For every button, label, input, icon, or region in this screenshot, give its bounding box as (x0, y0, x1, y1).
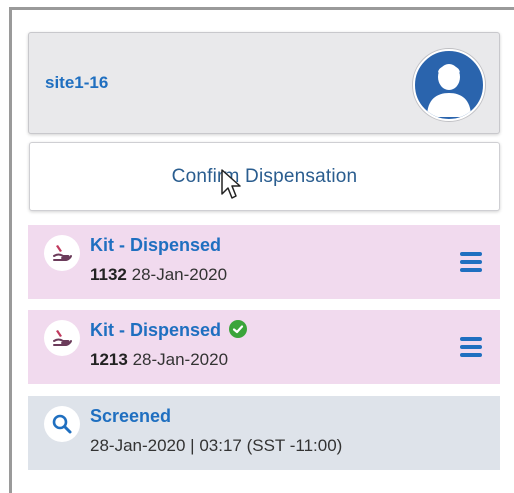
timeline-entry: Kit - Dispensed 1213 28-Jan-2020 (28, 310, 500, 384)
entry-date: 28-Jan-2020 (131, 265, 228, 284)
entry-detail: 1213 28-Jan-2020 (90, 350, 228, 370)
confirm-dispensation-label: Confirm Dispensation (171, 165, 358, 187)
entry-title: Screened (90, 406, 172, 426)
user-avatar-icon[interactable] (413, 49, 485, 121)
hamburger-menu-icon[interactable] (460, 337, 482, 357)
kit-number: 1132 (90, 265, 127, 284)
mouse-pointer-icon (221, 169, 241, 199)
entry-detail: 28-Jan-2020 | 03:17 (SST -11:00) (90, 436, 343, 455)
timeline-entry: Screened 28-Jan-2020 | 03:17 (SST -11:00… (28, 396, 500, 470)
panel-frame-top (9, 7, 514, 10)
panel-frame-left (9, 7, 12, 493)
entry-title: Kit - Dispensed (90, 320, 248, 341)
hand-kit-icon (44, 320, 80, 356)
hamburger-menu-icon[interactable] (460, 252, 482, 272)
check-circle-icon (229, 320, 248, 338)
site-name: site1-16 (45, 73, 109, 92)
search-icon (44, 406, 80, 442)
timeline-entry: Kit - Dispensed 1132 28-Jan-2020 (28, 225, 500, 299)
hand-kit-icon (44, 235, 80, 271)
site-header-card: site1-16 (28, 32, 500, 134)
kit-number: 1213 (90, 350, 128, 369)
confirm-dispensation-button[interactable]: Confirm Dispensation (29, 142, 500, 211)
entry-date: 28-Jan-2020 (132, 350, 229, 369)
entry-title-text: Kit - Dispensed (90, 320, 222, 340)
person-silhouette-icon (427, 64, 471, 117)
entry-detail: 1132 28-Jan-2020 (90, 265, 227, 285)
entry-title: Kit - Dispensed (90, 235, 222, 255)
